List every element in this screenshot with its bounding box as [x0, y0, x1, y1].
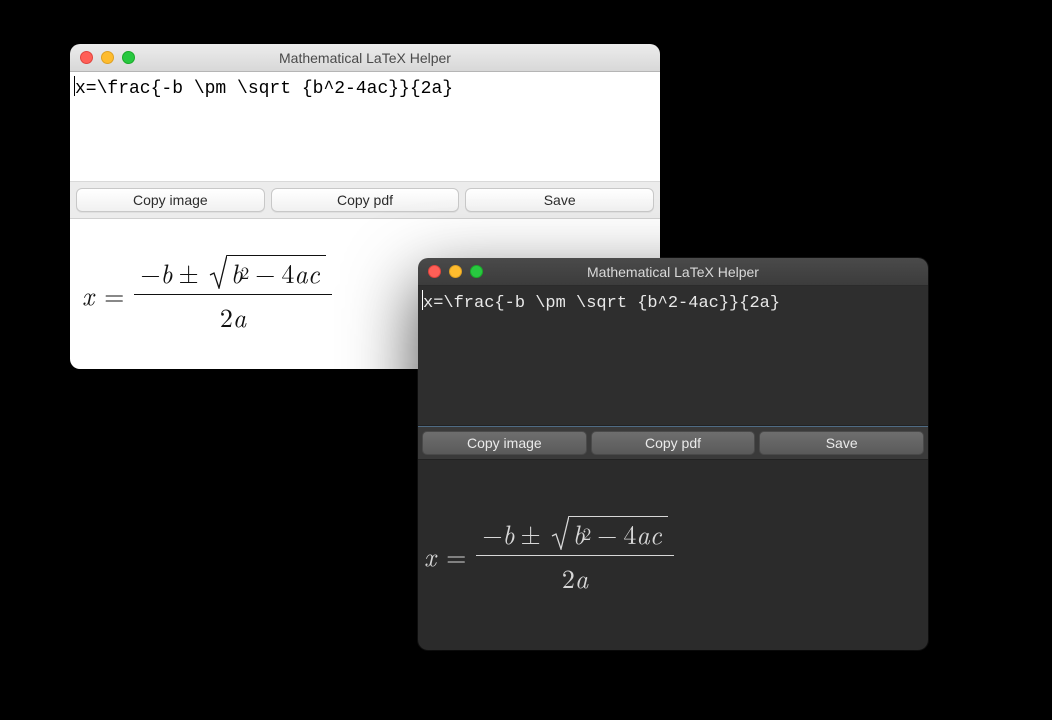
const-2: 2: [220, 298, 233, 335]
var-c: c: [308, 257, 320, 288]
radicand: b2 − 4ac: [569, 516, 668, 550]
var-a: a: [294, 257, 307, 288]
fraction: −b ± b2 − 4ac 2a: [134, 254, 331, 335]
var-a-den: a: [575, 559, 588, 596]
save-button[interactable]: Save: [759, 431, 924, 455]
copy-pdf-button[interactable]: Copy pdf: [271, 188, 460, 212]
minimize-icon[interactable]: [449, 265, 462, 278]
fraction-bar: [476, 555, 673, 556]
denominator: 2a: [214, 298, 252, 335]
latex-helper-window-dark: Mathematical LaTeX Helper x=\frac{-b \pm…: [418, 258, 928, 650]
save-button[interactable]: Save: [465, 188, 654, 212]
minus-sign: −: [255, 257, 275, 288]
var-c: c: [650, 518, 662, 549]
numerator: −b ± b2 − 4ac: [476, 515, 673, 552]
window-title: Mathematical LaTeX Helper: [70, 50, 660, 66]
denominator: 2a: [556, 559, 594, 596]
window-title: Mathematical LaTeX Helper: [418, 264, 928, 280]
zoom-icon[interactable]: [122, 51, 135, 64]
window-controls: [428, 265, 483, 278]
latex-input-text: x=\frac{-b \pm \sqrt {b^2-4ac}}{2a}: [423, 294, 780, 313]
latex-input-text: x=\frac{-b \pm \sqrt {b^2-4ac}}{2a}: [75, 79, 453, 99]
square-root: b2 − 4ac: [209, 255, 326, 289]
radicand: b2 − 4ac: [227, 255, 326, 289]
rendered-formula: x = −b ± b2 − 4ac: [424, 515, 674, 596]
radical-icon: [551, 516, 569, 550]
latex-input[interactable]: x=\frac{-b \pm \sqrt {b^2-4ac}}{2a}: [70, 72, 660, 182]
var-b: b: [161, 254, 173, 291]
var-a: a: [636, 518, 649, 549]
minimize-icon[interactable]: [101, 51, 114, 64]
plus-minus-sign: ±: [521, 515, 541, 552]
var-x: x: [424, 537, 436, 574]
fraction: −b ± b2 − 4ac 2a: [476, 515, 673, 596]
toolbar: Copy image Copy pdf Save: [70, 182, 660, 219]
plus-minus-sign: ±: [179, 254, 199, 291]
rendered-formula: x = −b ± b2 − 4ac: [82, 254, 332, 335]
numerator: −b ± b2 − 4ac: [134, 254, 331, 291]
equals-sign: =: [446, 537, 466, 574]
equals-sign: =: [104, 276, 124, 313]
window-controls: [80, 51, 135, 64]
negative-sign: −: [482, 515, 502, 552]
var-a-den: a: [233, 298, 246, 335]
negative-sign: −: [140, 254, 160, 291]
copy-image-button[interactable]: Copy image: [76, 188, 265, 212]
copy-image-button[interactable]: Copy image: [422, 431, 587, 455]
var-b: b: [503, 515, 515, 552]
close-icon[interactable]: [428, 265, 441, 278]
toolbar: Copy image Copy pdf Save: [418, 426, 928, 460]
const-4: 4: [623, 518, 636, 549]
copy-pdf-button[interactable]: Copy pdf: [591, 431, 756, 455]
exponent-2: 2: [583, 523, 591, 543]
titlebar[interactable]: Mathematical LaTeX Helper: [70, 44, 660, 72]
minus-sign: −: [597, 518, 617, 549]
const-4: 4: [281, 257, 294, 288]
const-2: 2: [562, 559, 575, 596]
latex-input[interactable]: x=\frac{-b \pm \sqrt {b^2-4ac}}{2a}: [418, 286, 928, 426]
titlebar[interactable]: Mathematical LaTeX Helper: [418, 258, 928, 286]
close-icon[interactable]: [80, 51, 93, 64]
formula-preview: x = −b ± b2 − 4ac: [418, 460, 928, 650]
var-x: x: [82, 276, 94, 313]
zoom-icon[interactable]: [470, 265, 483, 278]
radical-icon: [209, 255, 227, 289]
exponent-2: 2: [241, 262, 249, 282]
fraction-bar: [134, 294, 331, 295]
square-root: b2 − 4ac: [551, 516, 668, 550]
